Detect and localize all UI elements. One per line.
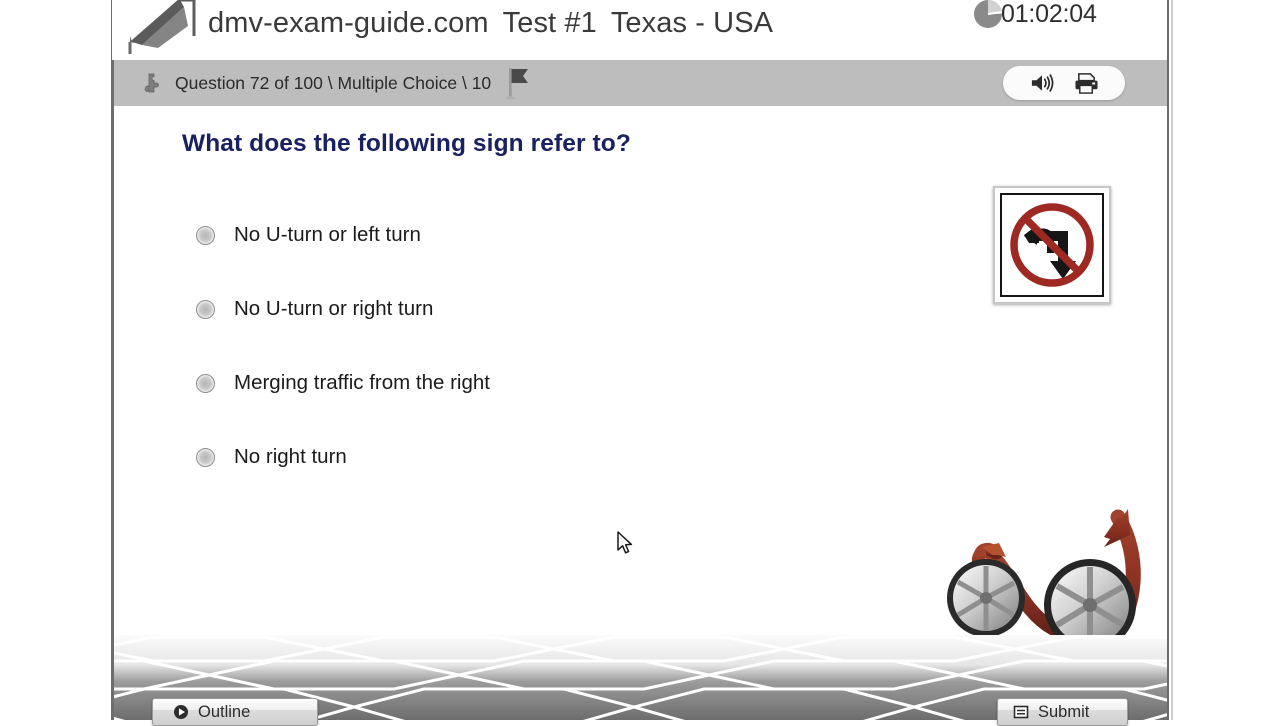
brand-name: dmv-exam-guide.com [208, 7, 489, 39]
sign-face [1000, 193, 1104, 297]
test-label: Test #1 [502, 7, 597, 39]
question-bar-text: Question 72 of 100 \ Multiple Choice \ 1… [175, 72, 492, 93]
answer-choices: No U-turn or left turn No U-turn or righ… [196, 198, 836, 494]
submit-button[interactable]: Submit [997, 698, 1128, 726]
choice-option-1[interactable]: No U-turn or left turn [196, 198, 836, 272]
printer-icon[interactable] [1073, 70, 1101, 96]
choice-label: Merging traffic from the right [234, 371, 490, 394]
outline-button-label: Outline [198, 702, 251, 721]
radio-button[interactable] [196, 373, 215, 393]
question-content: What does the following sign refer to? N… [114, 106, 1167, 635]
speaker-icon[interactable] [1028, 70, 1056, 96]
radio-button[interactable] [196, 447, 215, 467]
choice-option-2[interactable]: No U-turn or right turn [196, 272, 836, 346]
submit-button-label: Submit [1038, 702, 1090, 721]
clock-pie-icon [972, 0, 1004, 30]
choice-option-3[interactable]: Merging traffic from the right [196, 346, 836, 420]
radio-button[interactable] [196, 225, 215, 245]
header-title-group: dmv-exam-guide.com Test #1 Texas - USA [208, 0, 773, 46]
play-circle-icon [173, 704, 189, 720]
timer-text: 01:02:04 [1001, 0, 1097, 28]
exam-window: dmv-exam-guide.com Test #1 Texas - USA 01:… [0, 0, 1280, 726]
flag-icon[interactable] [505, 66, 531, 100]
choice-label: No right turn [234, 445, 347, 468]
sign-graphic [1010, 203, 1094, 287]
radio-button[interactable] [196, 299, 215, 319]
header: dmv-exam-guide.com Test #1 Texas - USA 01:… [112, 0, 1167, 60]
gears-and-arrows-graphic [904, 461, 1167, 635]
question-toolbar [1003, 66, 1125, 100]
list-box-icon [1013, 704, 1029, 720]
page-title: What does the following sign refer to? [182, 130, 631, 157]
timer: 01:02:04 [972, 0, 1097, 32]
choice-label: No U-turn or right turn [234, 297, 434, 320]
window-right-border-shadow [1171, 0, 1173, 720]
region-label: Texas - USA [610, 7, 774, 39]
choice-label: No U-turn or left turn [234, 223, 421, 246]
question-bar: Question 72 of 100 \ Multiple Choice \ 1… [114, 60, 1167, 106]
choice-option-4[interactable]: No right turn [196, 420, 836, 494]
outline-button[interactable]: Outline [152, 698, 318, 726]
page-curl-icon [122, 0, 202, 54]
no-u-turn-or-left-turn-sign [993, 186, 1111, 304]
puzzle-piece-icon [142, 73, 162, 93]
